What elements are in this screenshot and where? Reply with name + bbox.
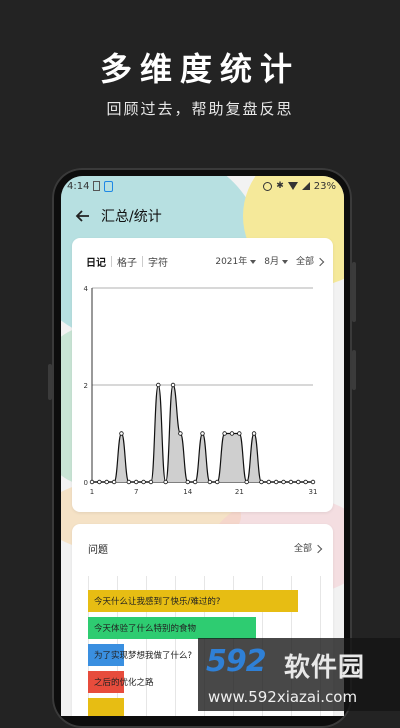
data-point [141,479,146,485]
data-point [119,431,124,436]
data-point [185,479,190,485]
data-point [170,382,176,388]
bluetooth-icon: ✱ [276,181,284,191]
data-point [104,479,109,485]
battery-saver-icon [93,181,101,191]
tab-grid[interactable]: 格子 [112,254,142,269]
phone-volume-button [352,262,356,322]
data-point [229,431,235,436]
notification-icon [104,180,114,192]
data-point [237,431,242,436]
question-bar-label: 今天体验了什么特别的食物 [94,624,197,634]
x-tick-label: 31 [309,488,318,496]
year-label: 2021年 [215,257,248,267]
data-point [89,479,95,485]
data-point [178,431,183,436]
alarm-icon [263,181,273,191]
data-point [281,479,286,485]
data-point [296,479,301,485]
chevron-right-icon [315,257,325,266]
data-point [148,479,154,485]
status-bar: 4:14 ✱ 23% [61,176,344,196]
data-point [303,479,308,485]
watermark-url: www.592xiazai.com [208,688,358,706]
diary-count-chart: 0 2 4 1 7 14 21 31 [84,285,318,496]
caret-down-icon [281,259,288,264]
data-point [222,431,227,436]
data-point [251,431,257,436]
stats-card: 日记 格子 字符 2021年 8月 全部 0 2 4 1 7 14 21 31 [72,238,333,512]
phone-side-button [48,364,52,400]
y-tick-label: 2 [84,382,88,390]
data-point [215,479,220,485]
questions-title: 问题 [88,545,108,556]
question-bar-label: 今天什么让我感到了快乐/难过的? [94,597,221,607]
all-label: 全部 [295,257,314,267]
data-point [111,479,117,485]
stats-filters: 2021年 8月 全部 [215,254,325,267]
all-link[interactable]: 全部 [295,254,325,267]
caret-down-icon [250,259,257,264]
hero-title: 多维度统计 [99,50,300,88]
data-point [126,479,132,485]
tab-diary[interactable]: 日记 [86,254,111,269]
question-bar[interactable]: 之后的优化之路 [88,671,154,693]
chevron-right-icon [313,544,323,553]
watermark-name: 软件园 [284,653,366,683]
back-arrow-icon[interactable] [75,208,91,224]
data-point [273,479,279,485]
data-point [244,479,249,485]
x-tick-label: 1 [90,488,94,496]
stats-tabs: 日记 格子 字符 [86,254,173,269]
watermark: 592 软件园 www.592xiazai.com [198,638,400,711]
nav-bar: 汇总/统计 [61,202,344,230]
x-tick-label: 14 [183,488,192,496]
question-bar[interactable]: 今天体验了什么特别的食物 [88,617,256,639]
question-bar[interactable] [88,698,124,716]
watermark-logo: 592 [206,644,267,679]
data-point [192,479,198,485]
x-tick-label: 7 [134,488,138,496]
tab-chars[interactable]: 字符 [143,254,173,269]
questions-all-label: 全部 [293,544,312,554]
year-select[interactable]: 2021年 [215,254,257,267]
questions-all-link[interactable]: 全部 [293,541,323,554]
status-time: 4:14 [67,180,90,192]
data-point [259,479,264,485]
phone-screen: 4:14 ✱ 23% 汇总/统计 日记 格子 字符 2021年 8月 全部 0 … [61,176,344,716]
data-point [207,479,213,485]
y-tick-label: 0 [84,479,88,487]
data-point [310,479,316,485]
month-select[interactable]: 8月 [264,254,288,267]
question-bar[interactable]: 为了实现梦想我做了什么? [88,644,192,666]
wifi-icon [287,182,298,190]
question-bar[interactable]: 今天什么让我感到了快乐/难过的? [88,590,298,612]
data-point [97,479,102,485]
data-point [288,479,294,485]
question-bar-label: 之后的优化之路 [94,678,154,688]
data-point [200,431,205,436]
data-point [266,479,271,485]
data-point [156,382,161,388]
signal-icon [301,182,310,190]
month-label: 8月 [264,257,279,267]
page-title: 汇总/统计 [101,209,162,225]
phone-power-button [352,350,356,390]
data-point [163,479,168,485]
x-tick-label: 21 [235,488,244,496]
hero-subtitle: 回顾过去，帮助复盘反思 [106,100,294,118]
y-tick-label: 4 [84,285,89,293]
battery-percent: 23% [313,180,336,192]
question-bar-label: 为了实现梦想我做了什么? [94,651,193,661]
data-point [133,479,139,485]
